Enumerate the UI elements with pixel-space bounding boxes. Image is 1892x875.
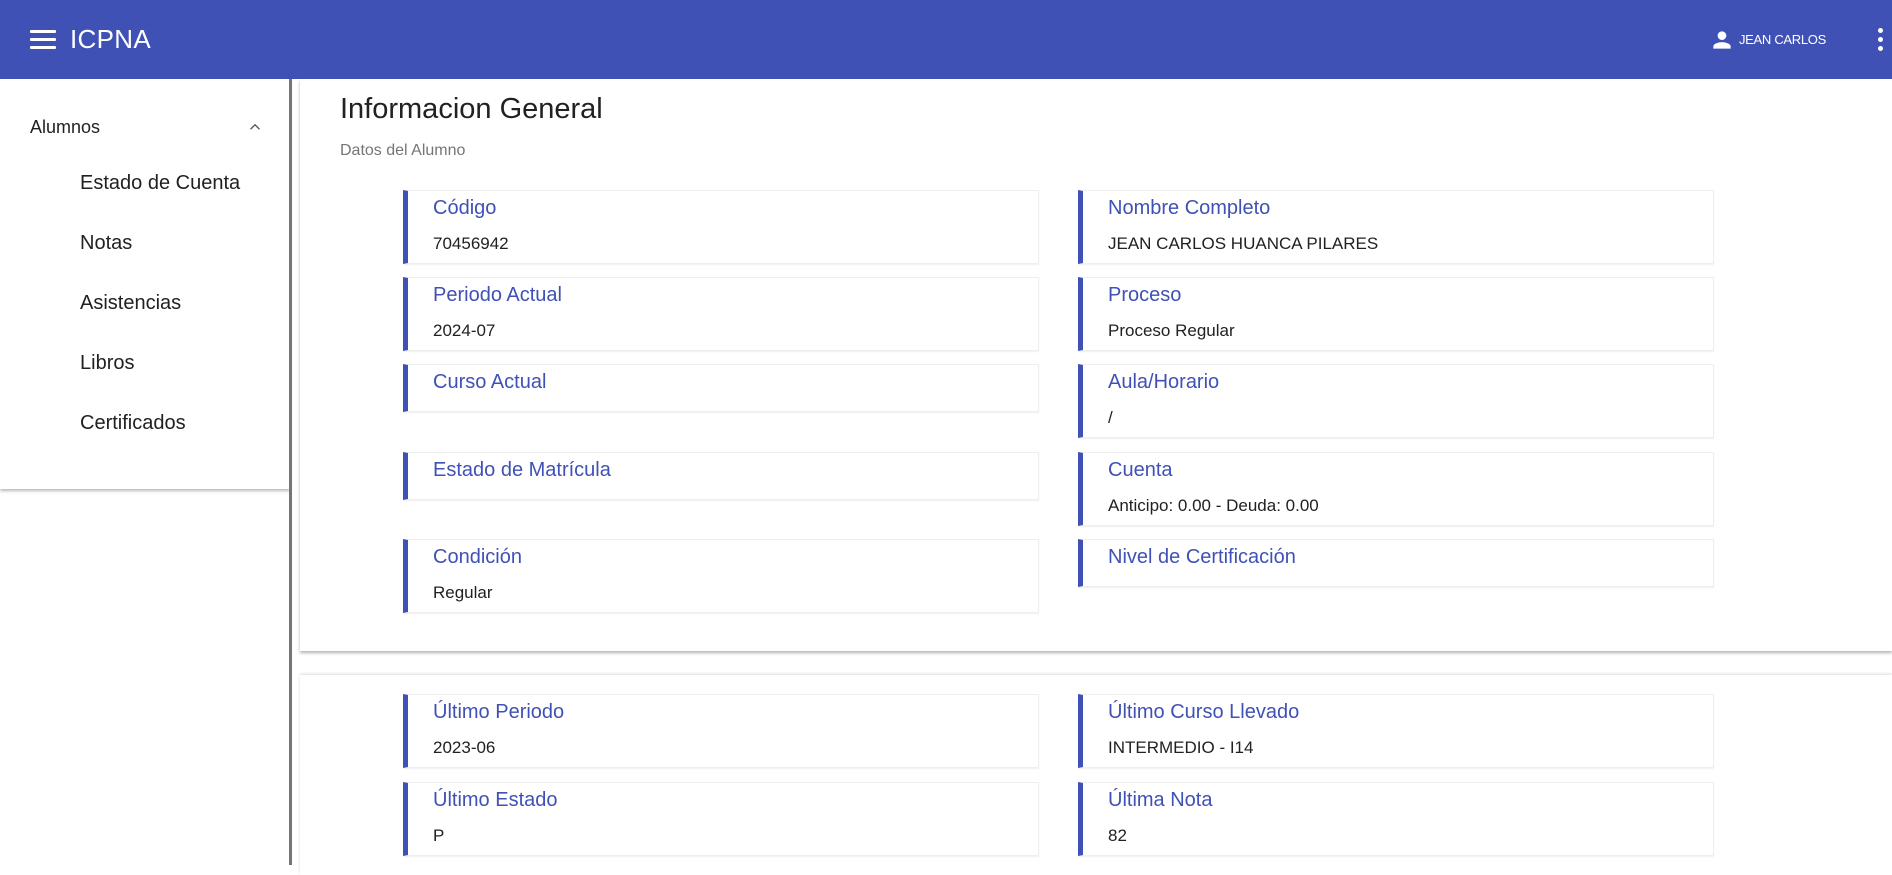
sidebar-item-libros[interactable]: Libros	[0, 333, 290, 393]
field-label: Último Periodo	[433, 701, 565, 723]
sidebar: Alumnos Estado de Cuenta Notas Asistenci…	[0, 79, 290, 489]
field-label: Periodo Actual	[433, 284, 562, 306]
field-label: Último Curso Llevado	[1108, 701, 1300, 723]
brand-title: ICPNA	[70, 24, 151, 54]
user-name: JEAN CARLOS	[1738, 32, 1826, 47]
field-value: P	[433, 826, 445, 845]
field-label: Última Nota	[1108, 789, 1213, 811]
user-menu-button[interactable]: JEAN CARLOS	[1709, 27, 1826, 53]
field-codigo: Código 70456942	[403, 190, 1039, 264]
field-label: Nivel de Certificación	[1108, 546, 1296, 568]
field-condicion: Condición Regular	[403, 539, 1039, 613]
field-ultimo-periodo: Último Periodo 2023-06	[403, 694, 1039, 768]
field-label: Estado de Matrícula	[433, 459, 611, 481]
sidebar-item-label: Notas	[80, 231, 133, 254]
app-toolbar: ICPNA JEAN CARLOS	[0, 0, 1892, 79]
field-label: Código	[433, 197, 497, 219]
field-curso-actual: Curso Actual	[403, 364, 1039, 412]
field-value: 70456942	[433, 234, 509, 253]
person-icon	[1713, 30, 1731, 49]
field-ultimo-curso: Último Curso Llevado INTERMEDIO - I14	[1078, 694, 1714, 768]
sidebar-item-label: Estado de Cuenta	[80, 171, 241, 194]
menu-icon[interactable]	[30, 25, 60, 55]
field-cuenta: Cuenta Anticipo: 0.00 - Deuda: 0.00	[1078, 452, 1714, 526]
field-periodo-actual: Periodo Actual 2024-07	[403, 277, 1039, 351]
field-ultima-nota: Última Nota 82	[1078, 782, 1714, 856]
sidebar-item-asistencias[interactable]: Asistencias	[0, 273, 290, 333]
sidebar-item-label: Libros	[80, 351, 135, 374]
page-title: Informacion General	[340, 93, 603, 125]
field-value: /	[1108, 408, 1113, 427]
field-label: Cuenta	[1108, 459, 1173, 481]
field-aula-horario: Aula/Horario /	[1078, 364, 1714, 438]
main-content: Informacion General Datos del Alumno Cód…	[300, 79, 1892, 875]
field-label: Nombre Completo	[1108, 197, 1271, 219]
sidebar-item-label: Certificados	[80, 411, 186, 434]
sidebar-item-notas[interactable]: Notas	[0, 213, 290, 273]
more-vert-icon[interactable]	[1870, 20, 1890, 60]
history-card: Último Periodo 2023-06 Último Curso Llev…	[300, 675, 1892, 875]
field-value: Anticipo: 0.00 - Deuda: 0.00	[1108, 496, 1319, 515]
sidebar-divider	[289, 79, 292, 865]
sidebar-item-estado-de-cuenta[interactable]: Estado de Cuenta	[0, 153, 290, 213]
field-nivel-certificacion: Nivel de Certificación	[1078, 539, 1714, 587]
field-label: Curso Actual	[433, 371, 547, 393]
field-ultimo-estado: Último Estado P	[403, 782, 1039, 856]
field-value: JEAN CARLOS HUANCA PILARES	[1108, 234, 1379, 253]
field-label: Aula/Horario	[1108, 371, 1220, 393]
page-subtitle: Datos del Alumno	[340, 142, 466, 159]
sidebar-group-label: Alumnos	[30, 116, 101, 137]
field-value: Regular	[433, 583, 493, 602]
field-value: 2024-07	[433, 321, 496, 340]
field-label: Último Estado	[433, 789, 558, 811]
field-estado-matricula: Estado de Matrícula	[403, 452, 1039, 500]
general-info-card: Informacion General Datos del Alumno Cód…	[300, 79, 1892, 651]
field-label: Condición	[433, 546, 522, 568]
sidebar-item-certificados[interactable]: Certificados	[0, 393, 290, 453]
field-value: INTERMEDIO - I14	[1108, 738, 1254, 757]
chevron-up-icon	[249, 123, 261, 130]
field-value: Proceso Regular	[1108, 321, 1235, 340]
field-proceso: Proceso Proceso Regular	[1078, 277, 1714, 351]
field-value: 82	[1108, 826, 1127, 845]
field-value: 2023-06	[433, 738, 496, 757]
field-label: Proceso	[1108, 284, 1182, 306]
sidebar-item-label: Asistencias	[80, 291, 182, 314]
field-nombre-completo: Nombre Completo JEAN CARLOS HUANCA PILAR…	[1078, 190, 1714, 264]
